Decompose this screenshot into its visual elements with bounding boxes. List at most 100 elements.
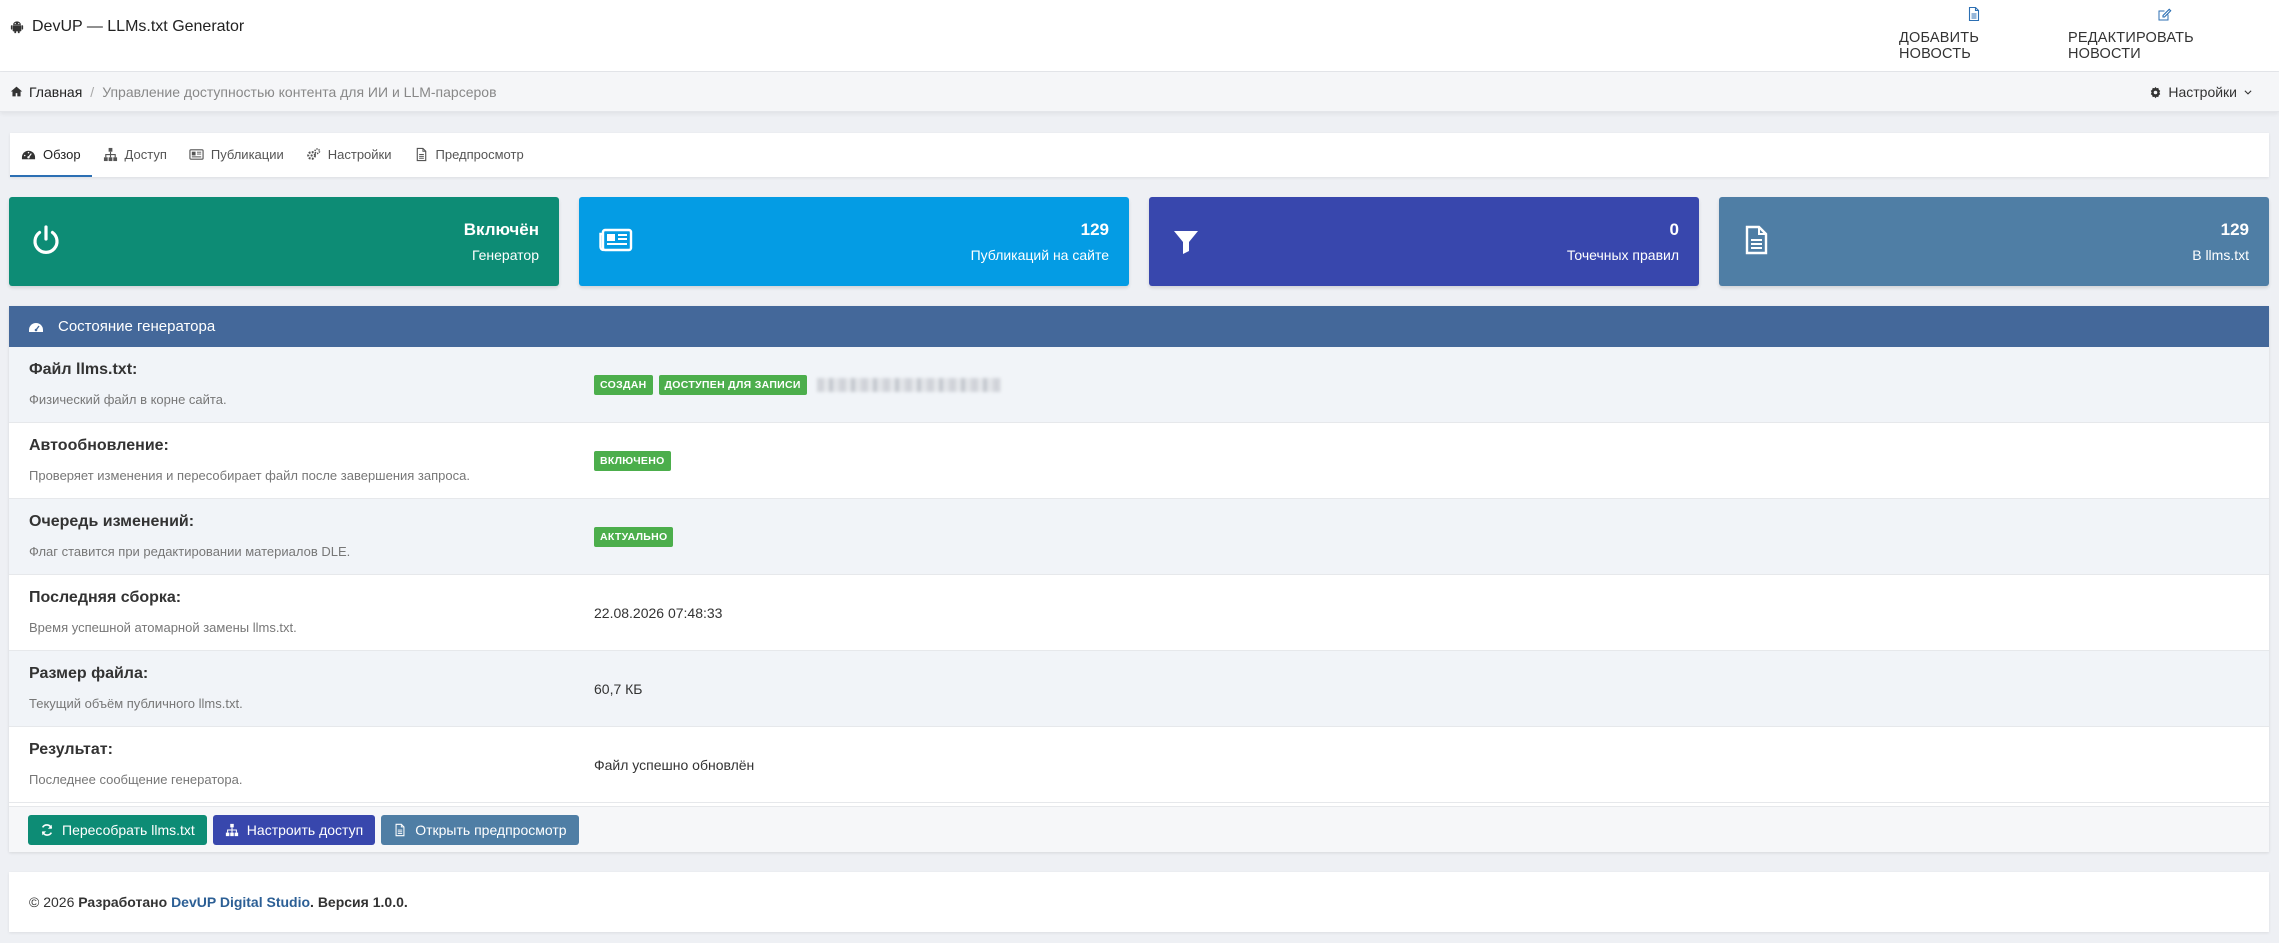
stat-value: 129: [2220, 220, 2249, 239]
row-title: Размер файла:: [29, 665, 149, 682]
row-title: Файл llms.txt:: [29, 361, 138, 378]
tab-settings[interactable]: Настройки: [295, 133, 403, 177]
top-header: DevUP — LLMs.txt Generator Добавить ново…: [0, 0, 2279, 72]
breadcrumb-home-link[interactable]: Главная: [10, 84, 82, 100]
tab-settings-label: Настройки: [327, 146, 392, 162]
stat-label: В llms.txt: [2192, 247, 2249, 263]
status-row-file: Файл llms.txt: Физический файл в корне с…: [9, 347, 2269, 423]
newspaper-icon: [189, 148, 204, 160]
breadcrumb-current: Управление доступностью контента для ИИ …: [102, 83, 497, 100]
status-row-autoupdate: Автообновление: Проверяет изменения и пе…: [9, 423, 2269, 499]
panel-title: Состояние генератора: [58, 318, 216, 335]
footer-copyright: © 2026: [29, 894, 75, 910]
power-icon: [33, 225, 59, 254]
sitemap-icon: [225, 823, 238, 836]
tab-overview[interactable]: Обзор: [10, 133, 92, 177]
breadcrumb-separator: /: [90, 83, 95, 100]
tab-access[interactable]: Доступ: [92, 133, 178, 177]
file-icon: [1745, 225, 1768, 255]
status-row-file-size: Размер файла: Текущий объём публичного l…: [9, 651, 2269, 727]
stat-card-generator: Включён Генератор: [9, 197, 559, 286]
rebuild-button-label: Пересобрать llms.txt: [62, 821, 195, 838]
tab-publications-label: Публикации: [210, 146, 284, 162]
settings-label: Настройки: [2168, 84, 2237, 100]
row-value: 60,7 КБ: [594, 681, 643, 697]
status-badge: Доступен для записи: [658, 375, 807, 395]
gear-icon: [2151, 86, 2161, 98]
stat-card-rules: 0 Точечных правил: [1149, 197, 1699, 286]
stat-card-publications: 129 Публикаций на сайте: [579, 197, 1129, 286]
tab-bar: Обзор Доступ Публикации Настройки Предпр…: [10, 133, 2269, 177]
panel-header: Состояние генератора: [9, 306, 2269, 347]
footer-developed: Разработано: [78, 894, 168, 910]
configure-access-button[interactable]: Настроить доступ: [212, 814, 376, 845]
open-preview-button[interactable]: Открыть предпросмотр: [381, 814, 579, 845]
dashboard-icon: [21, 150, 36, 159]
row-value: Создан Доступен для записи: [594, 347, 1001, 423]
refresh-icon: [41, 823, 53, 836]
app-title: DevUP — LLMs.txt Generator: [32, 18, 245, 35]
stat-label: Точечных правил: [1566, 247, 1679, 263]
add-news-button[interactable]: Добавить новость: [1899, 6, 2049, 62]
file-icon: [416, 147, 426, 161]
row-value: Актуально: [594, 499, 674, 575]
row-description: Текущий объём публичного llms.txt.: [29, 696, 243, 711]
tab-access-label: Доступ: [124, 146, 167, 162]
row-description: Физический файл в корне сайта.: [29, 392, 227, 407]
sitemap-icon: [103, 147, 117, 161]
generator-status-panel: Состояние генератора Файл llms.txt: Физи…: [9, 306, 2269, 852]
row-description: Время успешной атомарной замены llms.txt…: [29, 620, 297, 635]
file-icon: [395, 823, 405, 836]
settings-dropdown[interactable]: Настройки: [2149, 72, 2253, 112]
stat-label: Генератор: [471, 247, 539, 263]
footer-version: . Версия 1.0.0.: [310, 894, 408, 910]
stat-value: 0: [1669, 220, 1679, 239]
breadcrumb: Главная / Управление доступностью контен…: [0, 72, 2279, 112]
row-description: Проверяет изменения и пересобирает файл …: [29, 468, 470, 483]
stat-label: Публикаций на сайте: [970, 247, 1109, 263]
row-title: Последняя сборка:: [29, 589, 182, 606]
file-text-icon: [1968, 6, 1980, 22]
chevron-down-icon: [2244, 90, 2252, 95]
status-badge: Актуально: [594, 527, 674, 547]
rebuild-button[interactable]: Пересобрать llms.txt: [28, 814, 207, 845]
panel-actions: Пересобрать llms.txt Настроить доступ От…: [9, 806, 2269, 852]
filter-icon: [1174, 231, 1198, 254]
edit-news-button[interactable]: Редактировать новости: [2068, 6, 2260, 62]
tab-overview-label: Обзор: [43, 146, 81, 162]
brand[interactable]: DevUP — LLMs.txt Generator: [10, 17, 244, 37]
redacted-file-path: [816, 378, 1001, 392]
row-description: Флаг ставится при редактировании материа…: [29, 544, 351, 559]
breadcrumb-home-label: Главная: [29, 83, 83, 100]
edit-news-label: Редактировать новости: [2068, 30, 2194, 62]
open-preview-label: Открыть предпросмотр: [415, 821, 567, 838]
newspaper-icon: [599, 228, 633, 252]
stat-card-llms: 129 В llms.txt: [1719, 197, 2269, 286]
android-icon: [10, 21, 24, 34]
cogs-icon: [306, 147, 321, 160]
tab-preview[interactable]: Предпросмотр: [403, 133, 535, 177]
status-row-result: Результат: Последнее сообщение генератор…: [9, 727, 2269, 803]
stat-value: Включён: [463, 220, 539, 239]
stat-value: 129: [1080, 220, 1109, 239]
row-value: 22.08.2026 07:48:33: [594, 605, 723, 621]
dashboard-icon: [29, 322, 43, 332]
row-title: Очередь изменений:: [29, 513, 195, 530]
row-title: Результат:: [29, 741, 113, 758]
row-title: Автообновление:: [29, 437, 169, 454]
status-row-queue: Очередь изменений: Флаг ставится при ред…: [9, 499, 2269, 575]
tab-preview-label: Предпросмотр: [435, 146, 524, 162]
add-news-label: Добавить новость: [1899, 30, 1980, 62]
status-badge: Включено: [594, 451, 671, 471]
page-footer: © 2026 Разработано DevUP Digital Studio …: [9, 872, 2269, 932]
edit-icon: [2158, 8, 2172, 21]
footer-studio-link[interactable]: DevUP Digital Studio: [171, 894, 310, 910]
status-badge: Создан: [594, 375, 653, 395]
row-value: Включено: [594, 423, 671, 499]
tab-publications[interactable]: Публикации: [178, 133, 295, 177]
home-icon: [10, 86, 23, 97]
row-description: Последнее сообщение генератора.: [29, 772, 243, 787]
configure-access-label: Настроить доступ: [246, 821, 364, 838]
status-row-last-build: Последняя сборка: Время успешной атомарн…: [9, 575, 2269, 651]
row-value: Файл успешно обновлён: [594, 757, 755, 773]
